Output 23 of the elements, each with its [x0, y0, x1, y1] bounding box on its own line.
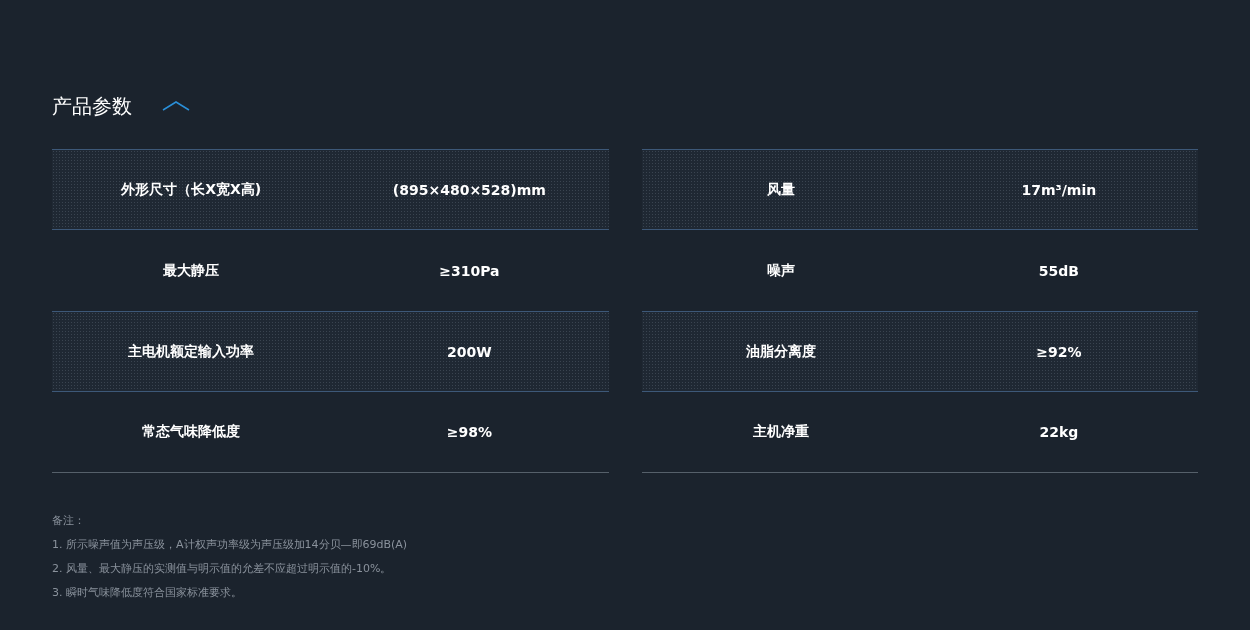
spec-value: (895×480×528)mm	[391, 181, 547, 198]
note-text: 1. 所示噪声值为声压级，A计权声功率级为声压级加14分贝—即69dB(A)	[52, 537, 409, 553]
spec-label: 外形尺寸（长X宽X高)	[120, 180, 263, 199]
spec-label: 主电机额定输入功率	[127, 342, 256, 361]
spec-value: 17m³/min	[1020, 181, 1098, 198]
note-text: 3. 瞬时气味降低度符合国家标准要求。	[52, 585, 243, 601]
spec-label: 风量	[765, 180, 796, 199]
spec-value: 200W	[446, 343, 493, 360]
section-title: 产品参数	[52, 92, 132, 120]
chevron-icon	[162, 101, 190, 111]
spec-value: ≥98%	[445, 424, 493, 440]
spec-value: ≥92%	[1035, 343, 1083, 360]
spec-label: 最大静压	[162, 261, 221, 280]
spec-label: 油脂分离度	[744, 342, 817, 361]
spec-label: 常态气味降低度	[141, 423, 242, 441]
collapse-toggle[interactable]	[162, 100, 190, 112]
note-text: 2. 风量、最大静压的实测值与明示值的允差不应超过明示值的-10%。	[52, 561, 393, 577]
spec-label: 噪声	[765, 261, 796, 280]
spec-label: 主机净重	[751, 423, 810, 441]
notes-title: 备注：	[52, 513, 86, 529]
spec-value: 22kg	[1038, 424, 1080, 440]
spec-value: 55dB	[1037, 262, 1080, 279]
spec-value: ≥310Pa	[438, 262, 501, 279]
